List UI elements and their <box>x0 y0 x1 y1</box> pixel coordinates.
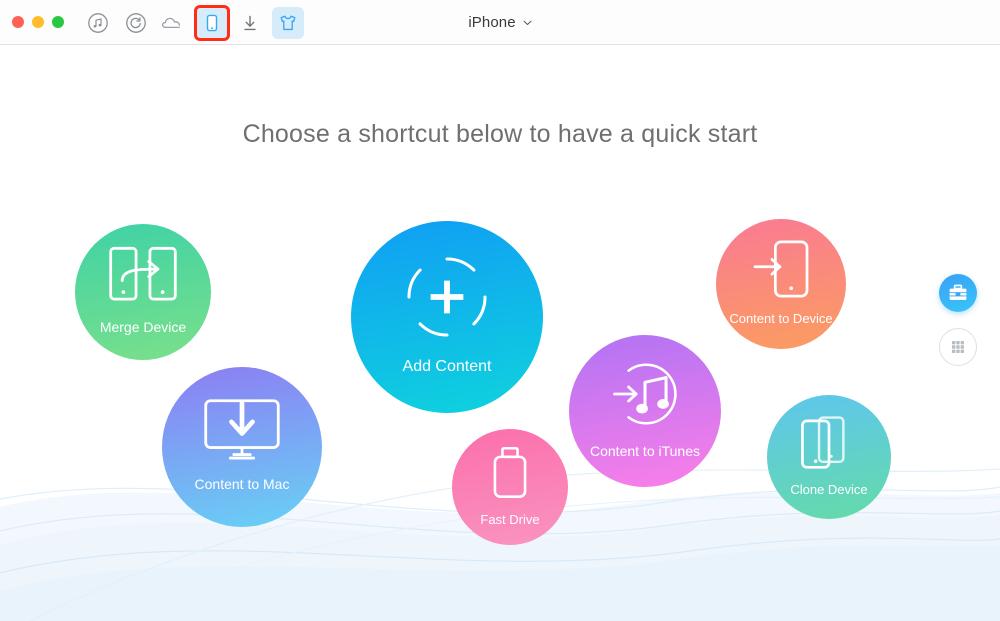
toolbar-item-cloud[interactable] <box>158 7 190 39</box>
shortcut-content-to-mac[interactable]: Content to Mac <box>162 367 322 527</box>
side-button-toolkit[interactable] <box>939 274 977 312</box>
device-name-label: iPhone <box>468 14 516 31</box>
content-to-itunes-icon <box>608 357 683 432</box>
shortcut-content-to-itunes[interactable]: Content to iTunes <box>569 335 721 487</box>
shortcut-add-content[interactable]: Add Content <box>351 221 543 413</box>
page-headline: Choose a shortcut below to have a quick … <box>242 120 758 148</box>
content-to-device-icon <box>750 238 811 301</box>
grid-apps-icon <box>948 337 968 357</box>
toolbar-item-download[interactable] <box>234 7 266 39</box>
refresh-circle-icon <box>126 13 146 33</box>
shortcut-label: Content to Device <box>729 311 833 327</box>
shortcut-content-to-device[interactable]: Content to Device <box>716 219 846 349</box>
content-to-mac-icon <box>201 396 283 464</box>
close-button[interactable] <box>12 16 24 28</box>
device-selector[interactable]: iPhone <box>468 14 532 31</box>
toolbar <box>82 5 304 41</box>
toolbox-icon <box>947 282 969 304</box>
minimize-button[interactable] <box>32 16 44 28</box>
titlebar: iPhone <box>0 0 1000 45</box>
toolbar-item-toolkit[interactable] <box>272 7 304 39</box>
side-button-apps[interactable] <box>939 328 977 366</box>
music-note-circle-icon <box>88 13 108 33</box>
toolbar-item-refresh[interactable] <box>120 7 152 39</box>
shortcut-label: Merge Device <box>99 319 187 336</box>
shortcut-label: Add Content <box>402 358 492 376</box>
cloud-icon <box>161 17 180 29</box>
toolbar-item-device[interactable] <box>194 5 230 41</box>
download-arrow-icon <box>244 15 256 31</box>
chevron-down-icon <box>523 20 532 25</box>
shortcut-clone-device[interactable]: Clone Device <box>767 395 891 519</box>
add-content-icon <box>401 252 492 343</box>
shortcut-label: Content to iTunes <box>590 443 700 460</box>
zoom-button[interactable] <box>52 16 64 28</box>
iphone-icon <box>206 14 218 32</box>
tshirt-icon <box>280 15 296 31</box>
shortcut-label: Content to Mac <box>194 476 290 493</box>
application-window: iPhone Choose a shortcut below to have a… <box>0 0 1000 621</box>
toolbar-item-music[interactable] <box>82 7 114 39</box>
shortcut-fast-drive[interactable]: Fast Drive <box>452 429 568 545</box>
merge-device-icon <box>106 244 180 309</box>
shortcut-label: Clone Device <box>790 481 868 497</box>
window-controls <box>12 16 64 28</box>
main-content: Choose a shortcut below to have a quick … <box>0 45 1000 621</box>
clone-device-icon <box>797 414 861 472</box>
shortcut-label: Fast Drive <box>480 511 540 527</box>
shortcut-merge-device[interactable]: Merge Device <box>75 224 211 360</box>
usb-drive-icon <box>488 445 531 501</box>
